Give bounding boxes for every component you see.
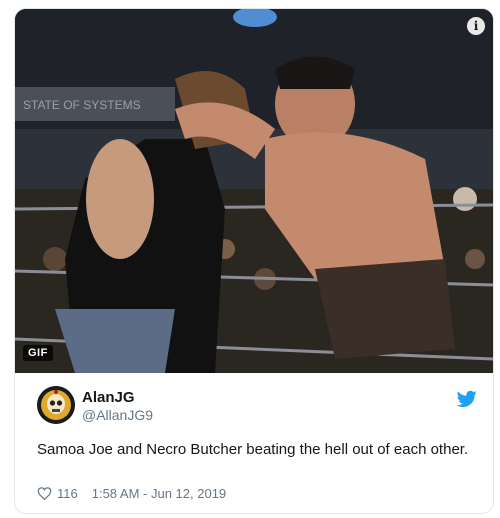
skull-avatar[interactable]: [37, 386, 75, 424]
heart-icon[interactable]: [37, 486, 52, 501]
twitter-bird-icon[interactable]: [457, 390, 477, 408]
tweet-text: Samoa Joe and Necro Butcher beating the …: [37, 441, 469, 458]
tweet-meta: 116 1:58 AM - Jun 12, 2019: [37, 486, 226, 501]
arena-banner: STATE OF SYSTEMS: [23, 98, 141, 112]
wrestling-scene: STATE OF SYSTEMS: [15, 9, 493, 373]
tweet-timestamp[interactable]: 1:58 AM - Jun 12, 2019: [92, 486, 226, 501]
gif-media[interactable]: STATE OF SYSTEMS i GIF: [15, 9, 493, 373]
gif-badge: GIF: [23, 345, 53, 361]
like-count[interactable]: 116: [57, 486, 78, 501]
tweet-author[interactable]: AlanJG @AllanJG9: [37, 386, 477, 426]
info-icon[interactable]: i: [467, 17, 485, 35]
tweet-card[interactable]: STATE OF SYSTEMS i GIF AlanJG @AllanJG9 …: [14, 8, 494, 514]
author-display-name[interactable]: AlanJG: [82, 389, 135, 406]
author-handle[interactable]: @AllanJG9: [82, 407, 153, 423]
